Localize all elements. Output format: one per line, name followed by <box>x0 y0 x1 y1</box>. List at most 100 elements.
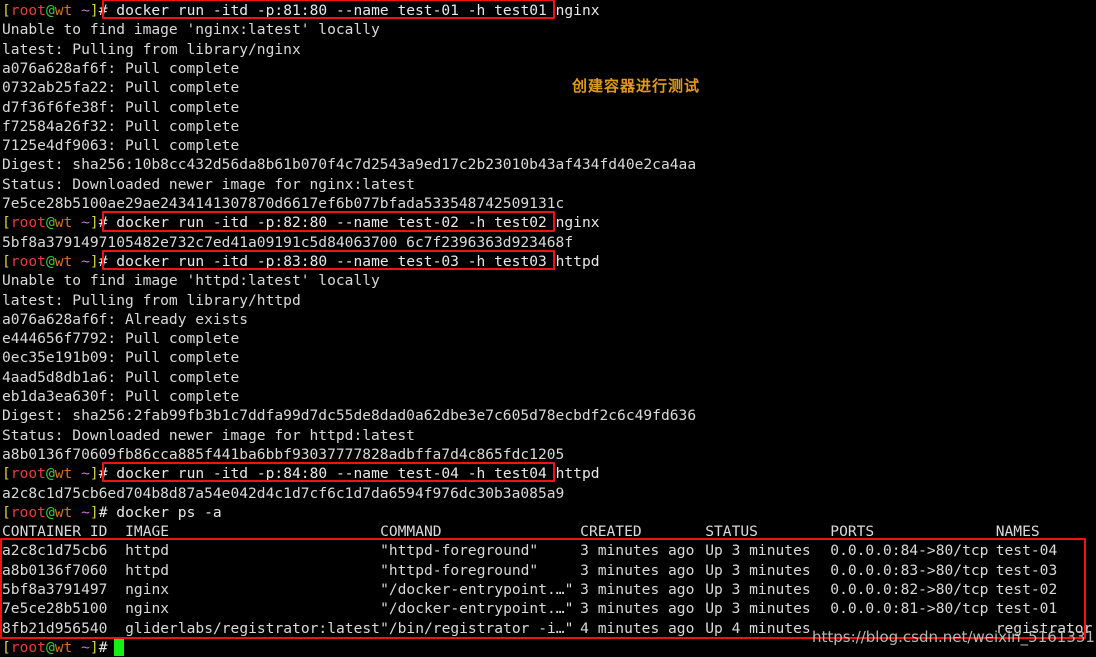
ps-cell-names: test-04 <box>995 542 1058 560</box>
terminal-line-command-1: [root@wt ~]# docker run -itd -p:81:80 --… <box>0 1 1096 20</box>
prompt-open-bracket: [ <box>2 638 11 656</box>
command-run-test04: docker run -itd -p:84:80 --name test-04 … <box>107 465 600 483</box>
prompt-open-bracket: [ <box>2 2 11 19</box>
ps-cell-created: 3 minutes ago <box>580 542 695 560</box>
output-httpd-pulling: latest: Pulling from library/httpd <box>2 291 301 309</box>
prompt-close-bracket: ] <box>89 252 99 270</box>
prompt-at: @ <box>45 638 55 656</box>
prompt-hash: # <box>98 638 108 656</box>
terminal-line-httpd-layer-3: 0ec35e191b09: Pull complete <box>0 348 1096 367</box>
command-run-test03: docker run -itd -p:83:80 --name test-03 … <box>107 252 600 270</box>
terminal-line-nginx-layer-3: d7f36f6fe38f: Pull complete <box>0 98 1096 117</box>
terminal-line-httpd-status: Status: Downloaded newer image for httpd… <box>0 426 1096 445</box>
prompt-user: root <box>10 503 46 521</box>
command-run-test01: docker run -itd -p:81:80 --name test-01 … <box>107 2 600 19</box>
ps-cell-command: "httpd-foreground" <box>380 561 539 579</box>
ps-cell-ports: 0.0.0.0:82->80/tcp <box>830 581 989 598</box>
ps-header-container-id: CONTAINER ID <box>2 523 108 541</box>
ps-cell-created: 3 minutes ago <box>580 600 695 618</box>
terminal-line-nginx-status: Status: Downloaded newer image for nginx… <box>0 175 1096 194</box>
prompt-close-bracket: ] <box>89 503 99 521</box>
prompt-close-bracket: ] <box>89 465 99 483</box>
prompt-user: root <box>10 2 46 19</box>
ps-cell-container-id: 5bf8a3791497 <box>2 581 108 598</box>
ps-cell-image: httpd <box>125 542 170 560</box>
ps-cell-image: httpd <box>125 561 170 579</box>
terminal-line-httpd-layer-2: e444656f7792: Pull complete <box>0 329 1096 348</box>
terminal-window[interactable]: [root@wt ~]# docker run -itd -p:81:80 --… <box>0 0 1096 656</box>
prompt-close-bracket: ] <box>89 214 99 232</box>
prompt-host: wt <box>54 214 73 232</box>
ps-cell-status: Up 3 minutes <box>705 581 811 598</box>
prompt-cwd: ~ <box>72 252 90 270</box>
ps-cell-ports: 0.0.0.0:83->80/tcp <box>830 561 989 579</box>
prompt-hash: # <box>98 465 108 483</box>
ps-header-command: COMMAND <box>380 523 442 541</box>
output-container-id-test03: a8b0136f70609fb86cca885f441ba6bbf9303777… <box>2 445 565 463</box>
table-row: 7e5ce28b5100 nginx "/docker-entrypoint.…" 3… <box>0 599 1096 618</box>
output-httpd-unable: Unable to find image 'httpd:latest' loca… <box>2 272 380 290</box>
terminal-line-id-test03: a8b0136f70609fb86cca885f441ba6bbf9303777… <box>0 445 1096 464</box>
prompt-cwd: ~ <box>72 503 90 521</box>
table-row: a8b0136f7060 httpd "httpd-foreground" 3 min… <box>0 561 1096 580</box>
prompt-host: wt <box>54 252 73 270</box>
prompt-cwd: ~ <box>72 638 90 656</box>
annotation-note: 创建容器进行测试 <box>572 77 701 96</box>
ps-cell-image: nginx <box>125 581 170 598</box>
terminal-line-nginx-unable: Unable to find image 'nginx:latest' loca… <box>0 20 1096 39</box>
output-nginx-digest: Digest: sha256:10b8cc432d56da8b61b070f4c… <box>2 156 697 174</box>
prompt-cwd: ~ <box>72 2 90 19</box>
terminal-line-httpd-layer-4: 4aad5d8db1a6: Pull complete <box>0 368 1096 387</box>
output-httpd-layer-2: e444656f7792: Pull complete <box>2 330 240 348</box>
output-nginx-layer-1: a076a628af6f: Pull complete <box>2 59 240 77</box>
terminal-line-command-3: [root@wt ~]# docker run -itd -p:83:80 --… <box>0 252 1096 271</box>
prompt-hash: # <box>98 252 108 270</box>
output-httpd-layer-3: 0ec35e191b09: Pull complete <box>2 349 240 367</box>
ps-header-names: NAMES <box>995 523 1040 541</box>
ps-cell-created: 3 minutes ago <box>580 561 695 579</box>
ps-cell-status: Up 3 minutes <box>705 542 811 560</box>
prompt-at: @ <box>45 214 55 232</box>
terminal-line-command-4: [root@wt ~]# docker run -itd -p:84:80 --… <box>0 464 1096 483</box>
command-docker-ps-a: docker ps -a <box>107 503 222 521</box>
prompt-host: wt <box>54 2 73 19</box>
ps-cell-container-id: a2c8c1d75cb6 <box>2 542 108 560</box>
ps-cell-status: Up 3 minutes <box>705 600 811 618</box>
ps-cell-command: "httpd-foreground" <box>380 542 539 560</box>
output-nginx-unable: Unable to find image 'nginx:latest' loca… <box>2 21 380 39</box>
terminal-line-id-test04: a2c8c1d75cb6ed704b8d87a54e042d4c1d7cf6c1… <box>0 484 1096 503</box>
ps-cell-command: "/docker-entrypoint.…" <box>380 600 574 618</box>
terminal-line-nginx-layer-4: f72584a26f32: Pull complete <box>0 117 1096 136</box>
terminal-line-nginx-digest: Digest: sha256:10b8cc432d56da8b61b070f4c… <box>0 155 1096 174</box>
output-nginx-layer-4: f72584a26f32: Pull complete <box>2 117 240 135</box>
terminal-line-httpd-unable: Unable to find image 'httpd:latest' loca… <box>0 271 1096 290</box>
ps-header-ports: PORTS <box>830 523 875 541</box>
prompt-user: root <box>10 252 46 270</box>
ps-cell-image: gliderlabs/registrator:latest <box>125 619 380 637</box>
ps-cell-container-id: 7e5ce28b5100 <box>2 600 108 618</box>
terminal-line-httpd-pulling: latest: Pulling from library/httpd <box>0 291 1096 310</box>
ps-cell-created: 4 minutes ago <box>580 619 695 637</box>
ps-table-header-row: CONTAINER ID IMAGE COMMAND CREATED STATUS POR… <box>0 522 1096 541</box>
ps-cell-command: "/docker-entrypoint.…" <box>380 581 574 598</box>
output-httpd-digest: Digest: sha256:2fab99fb3b1c7ddfa99d7dc55… <box>2 407 697 425</box>
output-container-id-test01: 7e5ce28b5100ae29ae2434141307870d6617ef6b… <box>2 195 565 212</box>
terminal-line-nginx-pulling: latest: Pulling from library/nginx <box>0 40 1096 59</box>
output-nginx-status: Status: Downloaded newer image for nginx… <box>2 175 415 193</box>
output-httpd-layer-4: 4aad5d8db1a6: Pull complete <box>2 368 240 386</box>
prompt-open-bracket: [ <box>2 503 11 521</box>
ps-header-created: CREATED <box>580 523 642 541</box>
ps-cell-status: Up 4 minutes <box>705 619 811 637</box>
output-container-id-test02: 5bf8a3791497105482e732c7ed41a09191c5d840… <box>2 233 574 251</box>
output-nginx-layer-3: d7f36f6fe38f: Pull complete <box>2 98 240 116</box>
output-nginx-pulling: latest: Pulling from library/nginx <box>2 40 301 58</box>
prompt-at: @ <box>45 503 55 521</box>
ps-header-status: STATUS <box>705 523 758 541</box>
prompt-hash: # <box>98 503 108 521</box>
terminal-line-httpd-layer-1: a076a628af6f: Already exists <box>0 310 1096 329</box>
ps-header-image: IMAGE <box>125 523 170 541</box>
output-container-id-test04: a2c8c1d75cb6ed704b8d87a54e042d4c1d7cf6c1… <box>2 484 565 502</box>
terminal-line-nginx-layer-2: 0732ab25fa22: Pull complete <box>0 78 1096 97</box>
prompt-at: @ <box>45 252 55 270</box>
prompt-close-bracket: ] <box>89 2 99 19</box>
